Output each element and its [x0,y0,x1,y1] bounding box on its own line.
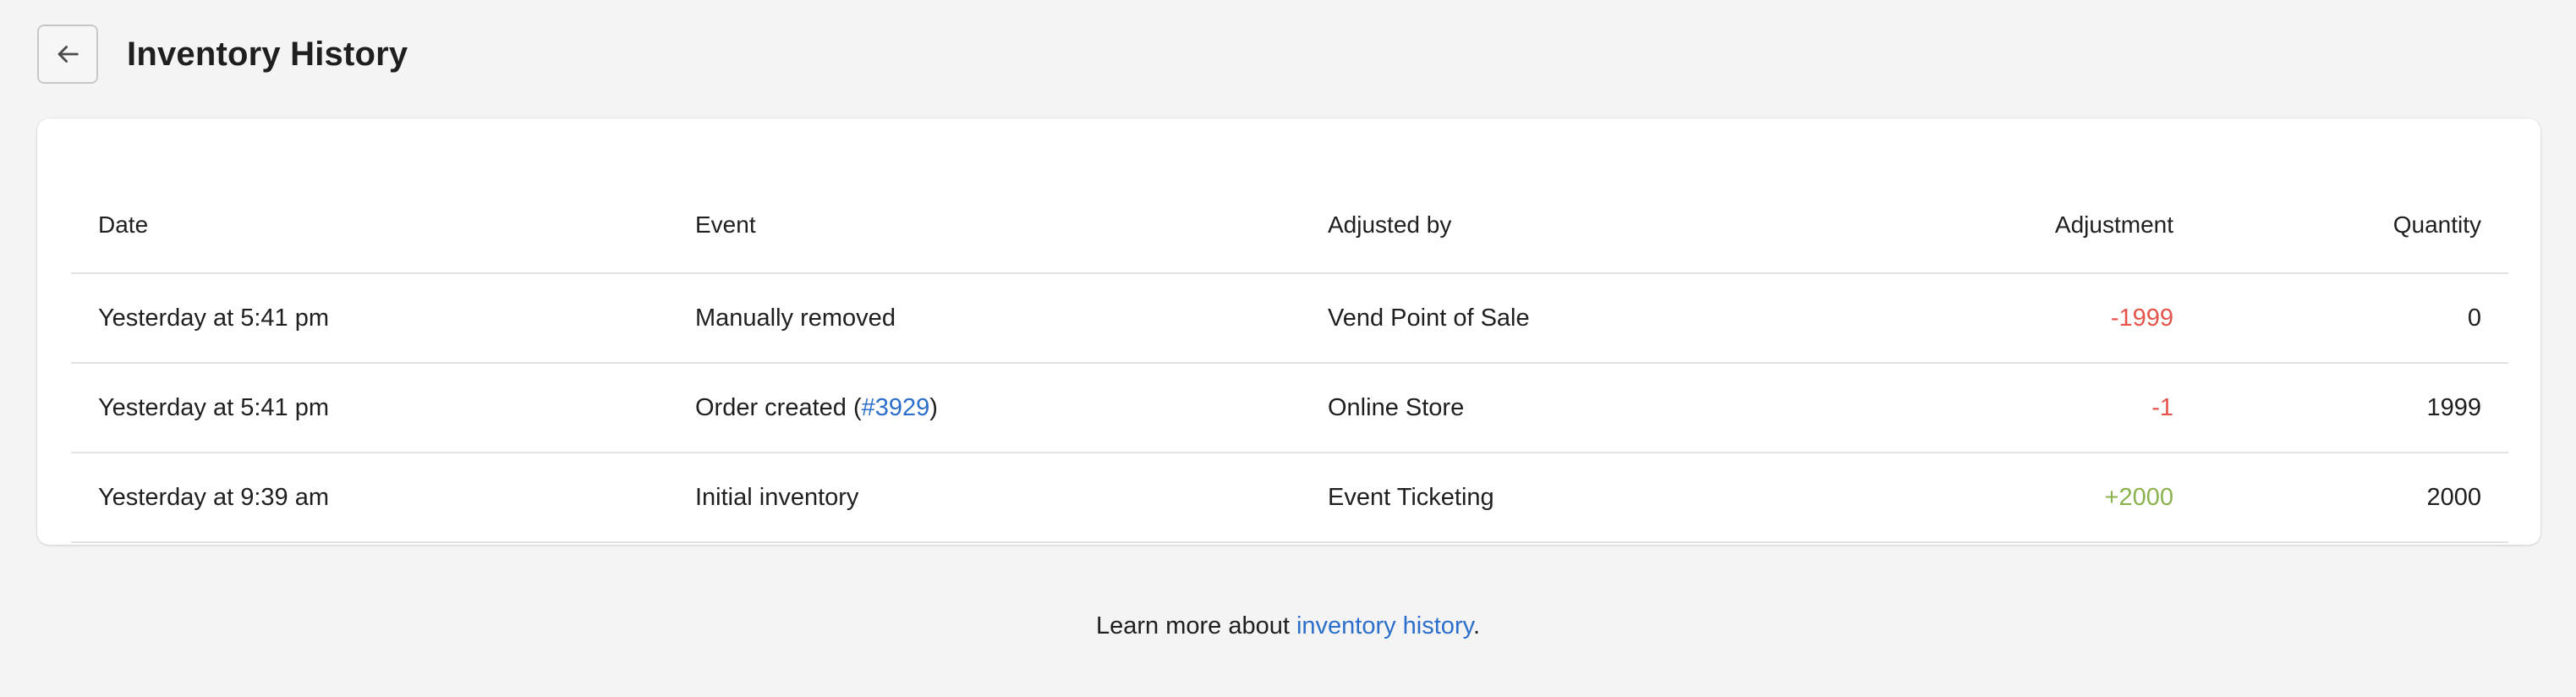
footer-text: Learn more about [1095,612,1296,639]
table-row: Yesterday at 9:39 am Initial inventory E… [71,453,2508,543]
date-cell: Yesterday at 9:39 am [98,483,329,511]
adjusted-by-cell: Vend Point of Sale [1328,304,1530,332]
learn-more-footer: Learn more about inventory history. [0,612,2576,640]
inventory-history-table: Date Event Adjusted by Adjustment Quanti… [71,152,2508,543]
inventory-history-link[interactable]: inventory history [1296,612,1473,639]
event-text-suffix: ) [929,393,938,421]
table-row: Yesterday at 5:41 pm Manually removed Ve… [71,274,2508,364]
adjusted-by-cell: Online Store [1328,393,1465,421]
arrow-left-icon [58,46,79,63]
page-title: Inventory History [127,35,408,73]
column-header-date: Date [98,211,149,238]
adjustment-cell: -1999 [2110,304,2173,332]
page-header: Inventory History [37,24,408,85]
back-button[interactable] [37,25,98,84]
event-text: Order created ( [695,393,862,421]
inventory-history-card: Date Event Adjusted by Adjustment Quanti… [37,118,2540,545]
order-link[interactable]: #3929 [862,394,930,422]
column-header-adjusted-by: Adjusted by [1328,211,1452,238]
column-header-adjustment: Adjustment [2054,211,2173,238]
quantity-cell: 2000 [2426,483,2481,511]
adjusted-by-cell: Event Ticketing [1328,483,1494,511]
column-header-quantity: Quantity [2392,211,2481,238]
date-cell: Yesterday at 5:41 pm [98,304,329,332]
event-cell: Initial inventory [695,483,859,511]
date-cell: Yesterday at 5:41 pm [98,393,329,421]
quantity-cell: 1999 [2426,393,2481,421]
table-row: Yesterday at 5:41 pm Order created (#392… [71,364,2508,453]
adjustment-cell: -1 [2151,393,2173,421]
column-header-event: Event [695,211,756,238]
footer-text-suffix: . [1472,612,1481,639]
event-cell: Manually removed [695,304,896,332]
adjustment-cell: +2000 [2104,483,2173,511]
quantity-cell: 0 [2467,304,2481,332]
event-cell: Order created (#3929) [695,364,938,452]
table-header-row: Date Event Adjusted by Adjustment Quanti… [71,152,2508,274]
